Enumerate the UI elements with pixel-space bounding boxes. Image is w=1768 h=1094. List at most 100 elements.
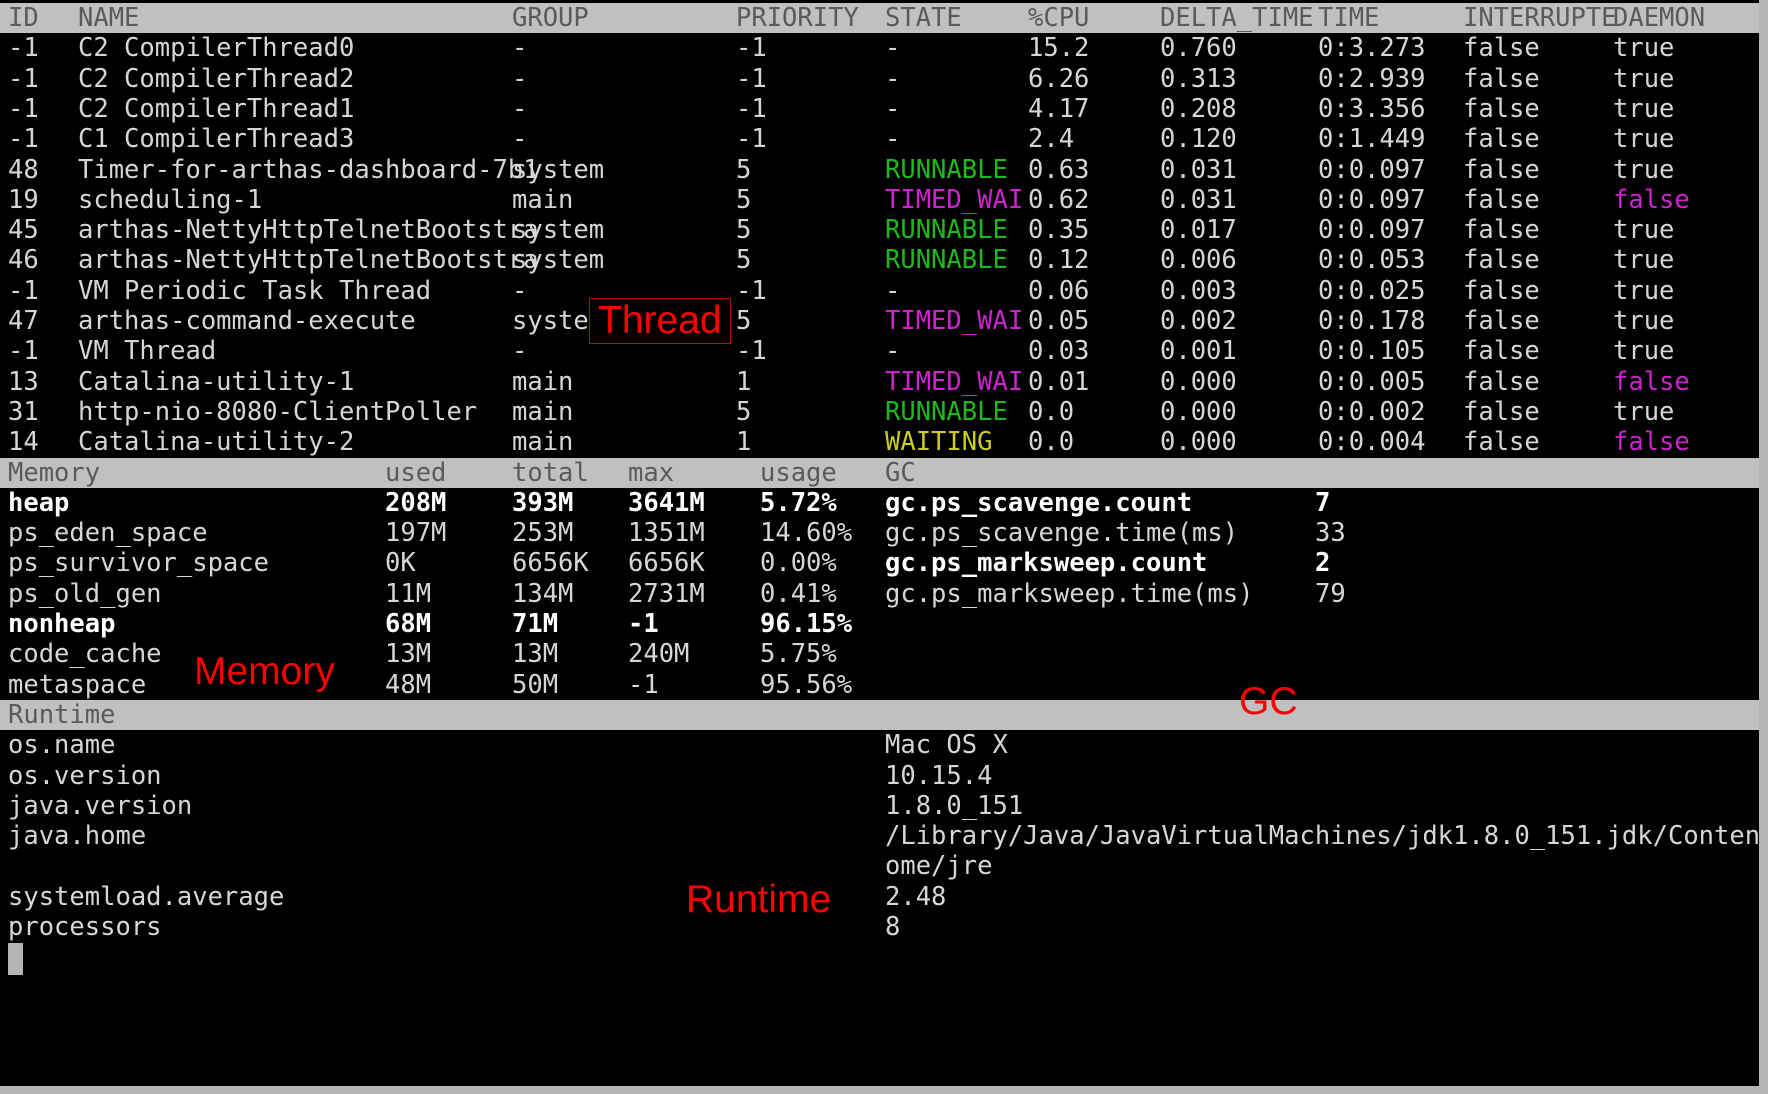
runtime-property-value: /Library/Java/JavaVirtualMachines/jdk1.8… bbox=[885, 821, 1768, 851]
thread-group: - bbox=[512, 276, 527, 306]
memory-usage: 0.41% bbox=[760, 579, 837, 609]
thread-priority: -1 bbox=[736, 276, 767, 306]
thread-name: C2 CompilerThread1 bbox=[78, 94, 354, 124]
thread-time: 0:0.178 bbox=[1318, 306, 1425, 336]
thread-priority: 5 bbox=[736, 185, 751, 215]
thread-id: -1 bbox=[8, 94, 39, 124]
thread-delta-time: 0.002 bbox=[1160, 306, 1237, 336]
column-header-state: STATE bbox=[885, 3, 962, 33]
thread-id: 45 bbox=[8, 215, 39, 245]
thread-name: http-nio-8080-ClientPoller bbox=[78, 397, 477, 427]
thread-group: main bbox=[512, 367, 573, 397]
thread-interrupted: false bbox=[1463, 94, 1540, 124]
table-row: java.version1.8.0_151 bbox=[0, 791, 1768, 821]
memory-pool-name: heap bbox=[8, 488, 69, 518]
column-header-interrupted: INTERRUPTE bbox=[1463, 3, 1617, 33]
thread-state: RUNNABLE bbox=[885, 215, 1008, 245]
memory-total: 13M bbox=[512, 639, 558, 669]
thread-cpu: 15.2 bbox=[1028, 33, 1089, 63]
thread-cpu: 0.0 bbox=[1028, 427, 1074, 457]
thread-delta-time: 0.001 bbox=[1160, 336, 1237, 366]
thread-interrupted: false bbox=[1463, 215, 1540, 245]
memory-max: 240M bbox=[628, 639, 689, 669]
table-row: nonheap68M71M-196.15% bbox=[0, 609, 1768, 639]
runtime-property-value: Mac OS X bbox=[885, 730, 1008, 760]
thread-cpu: 0.35 bbox=[1028, 215, 1089, 245]
thread-priority: 5 bbox=[736, 306, 751, 336]
thread-state: - bbox=[885, 124, 900, 154]
thread-id: -1 bbox=[8, 64, 39, 94]
thread-group: - bbox=[512, 336, 527, 366]
thread-time: 0:0.097 bbox=[1318, 185, 1425, 215]
thread-name: Catalina-utility-1 bbox=[78, 367, 354, 397]
thread-delta-time: 0.003 bbox=[1160, 276, 1237, 306]
thread-name: C1 CompilerThread3 bbox=[78, 124, 354, 154]
thread-priority: 5 bbox=[736, 155, 751, 185]
thread-daemon: true bbox=[1613, 33, 1674, 63]
thread-name: arthas-NettyHttpTelnetBootstra bbox=[78, 215, 539, 245]
memory-pool-name: ps_old_gen bbox=[8, 579, 162, 609]
memory-total: 50M bbox=[512, 670, 558, 700]
memory-pool-name: ps_survivor_space bbox=[8, 548, 269, 578]
thread-interrupted: false bbox=[1463, 397, 1540, 427]
gc-metric-name: gc.ps_scavenge.time(ms) bbox=[885, 518, 1238, 548]
thread-group: main bbox=[512, 185, 573, 215]
column-header-id: ID bbox=[8, 3, 39, 33]
thread-time: 0:0.025 bbox=[1318, 276, 1425, 306]
thread-daemon: true bbox=[1613, 155, 1674, 185]
thread-state: - bbox=[885, 64, 900, 94]
memory-pool-name: ps_eden_space bbox=[8, 518, 208, 548]
runtime-property-name: systemload.average bbox=[8, 882, 284, 912]
thread-group: main bbox=[512, 397, 573, 427]
memory-used: 197M bbox=[385, 518, 446, 548]
table-row: ps_survivor_space0K6656K6656K0.00%gc.ps_… bbox=[0, 548, 1768, 578]
thread-delta-time: 0.000 bbox=[1160, 397, 1237, 427]
thread-interrupted: false bbox=[1463, 276, 1540, 306]
runtime-property-value: 8 bbox=[885, 912, 900, 942]
thread-time: 0:0.097 bbox=[1318, 215, 1425, 245]
thread-priority: -1 bbox=[736, 64, 767, 94]
thread-cpu: 6.26 bbox=[1028, 64, 1089, 94]
thread-delta-time: 0.031 bbox=[1160, 155, 1237, 185]
thread-id: -1 bbox=[8, 33, 39, 63]
thread-name: Catalina-utility-2 bbox=[78, 427, 354, 457]
thread-delta-time: 0.031 bbox=[1160, 185, 1237, 215]
memory-used: 208M bbox=[385, 488, 446, 518]
column-header-time: TIME bbox=[1318, 3, 1379, 33]
thread-id: 47 bbox=[8, 306, 39, 336]
runtime-property-name: os.name bbox=[8, 730, 115, 760]
thread-cpu: 0.12 bbox=[1028, 245, 1089, 275]
table-row: 19scheduling-1main5TIMED_WAI0.620.0310:0… bbox=[0, 185, 1768, 215]
thread-interrupted: false bbox=[1463, 336, 1540, 366]
thread-daemon: true bbox=[1613, 276, 1674, 306]
thread-priority: -1 bbox=[736, 33, 767, 63]
gc-metric-value: 79 bbox=[1315, 579, 1346, 609]
thread-delta-time: 0.006 bbox=[1160, 245, 1237, 275]
thread-cpu: 0.03 bbox=[1028, 336, 1089, 366]
runtime-property-name: java.home bbox=[8, 821, 146, 851]
thread-daemon: true bbox=[1613, 306, 1674, 336]
memory-max: -1 bbox=[628, 609, 659, 639]
memory-total: 393M bbox=[512, 488, 573, 518]
thread-name: arthas-NettyHttpTelnetBootstra bbox=[78, 245, 539, 275]
annotation-label-thread: Thread bbox=[589, 298, 731, 344]
terminal-window[interactable]: IDNAMEGROUPPRIORITYSTATE%CPUDELTA_TIMETI… bbox=[0, 0, 1768, 1094]
table-row: java.home/Library/Java/JavaVirtualMachin… bbox=[0, 821, 1768, 851]
runtime-property-value: 2.48 bbox=[885, 882, 946, 912]
thread-state: TIMED_WAI bbox=[885, 185, 1023, 215]
runtime-property-name: java.version bbox=[8, 791, 192, 821]
thread-state: RUNNABLE bbox=[885, 155, 1008, 185]
table-row: 47arthas-command-executesystem5TIMED_WAI… bbox=[0, 306, 1768, 336]
gc-metric-name: gc.ps_marksweep.count bbox=[885, 548, 1207, 578]
thread-state: - bbox=[885, 33, 900, 63]
memory-used: 0K bbox=[385, 548, 416, 578]
thread-name: VM Thread bbox=[78, 336, 216, 366]
thread-group: - bbox=[512, 64, 527, 94]
thread-cpu: 0.05 bbox=[1028, 306, 1089, 336]
thread-name: C2 CompilerThread2 bbox=[78, 64, 354, 94]
thread-time: 0:0.105 bbox=[1318, 336, 1425, 366]
thread-priority: 5 bbox=[736, 245, 751, 275]
gc-metric-value: 2 bbox=[1315, 548, 1330, 578]
thread-group: system bbox=[512, 215, 604, 245]
thread-state: TIMED_WAI bbox=[885, 306, 1023, 336]
